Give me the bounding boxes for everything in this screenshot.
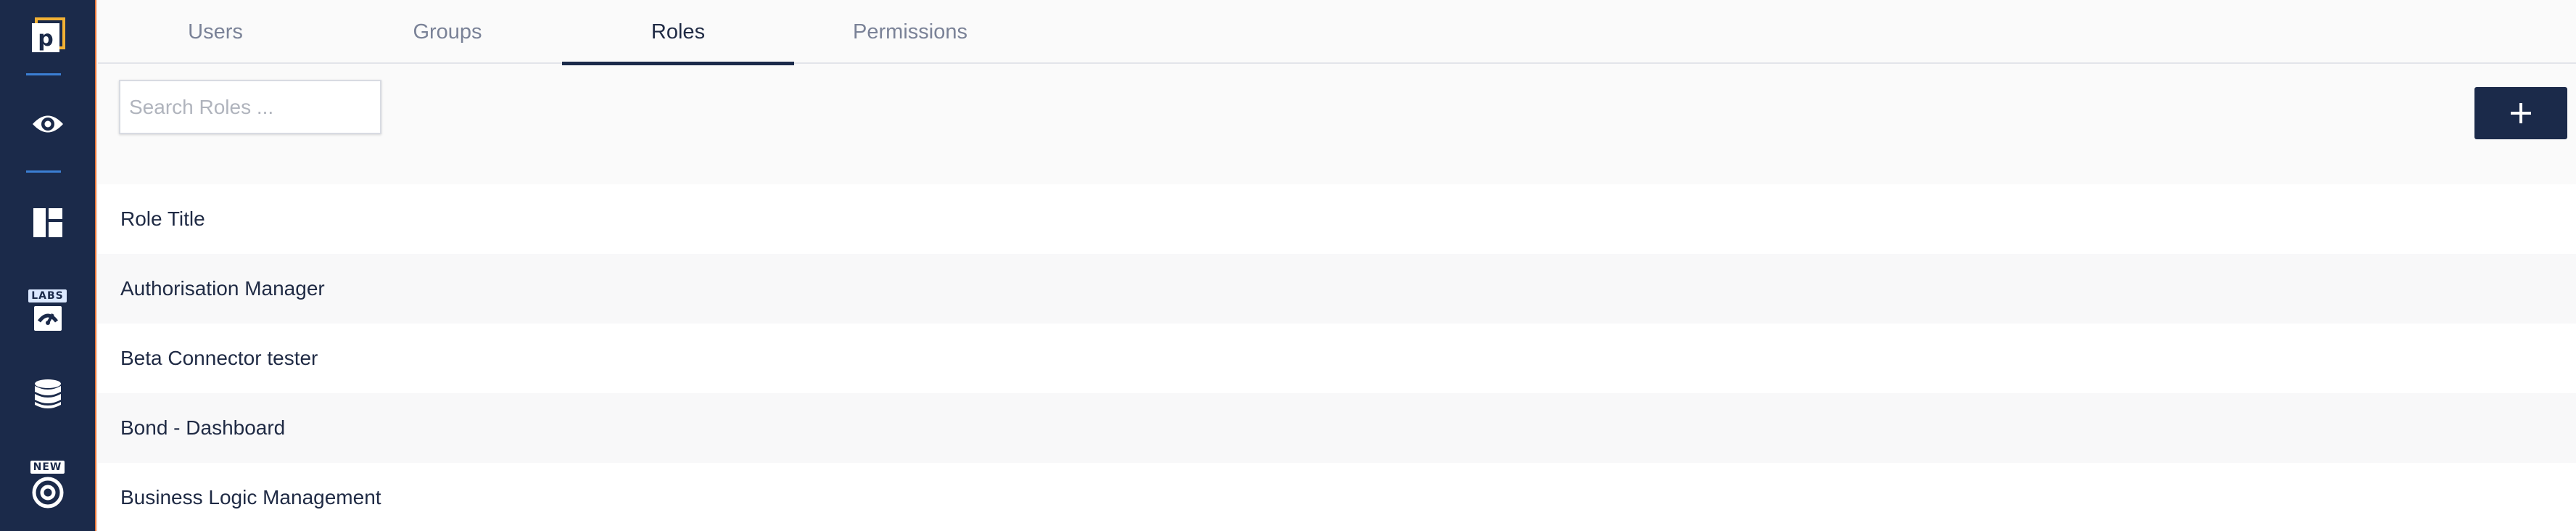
sidebar-item-data-sources[interactable] bbox=[0, 376, 95, 413]
logo-icon: p bbox=[31, 17, 65, 52]
tab-permissions[interactable]: Permissions bbox=[794, 0, 1026, 64]
add-role-button[interactable] bbox=[2474, 87, 2567, 139]
roles-table: Role Title Authorisation Manager Beta Co… bbox=[98, 184, 2576, 531]
database-icon bbox=[34, 379, 61, 408]
eye-icon bbox=[32, 115, 63, 133]
sidebar-item-monitor[interactable] bbox=[0, 106, 95, 142]
labs-gauge-icon bbox=[33, 306, 62, 331]
sidebar-item-new[interactable]: NEW bbox=[0, 454, 95, 515]
target-icon bbox=[32, 477, 63, 509]
dashboard-layout-icon bbox=[33, 208, 62, 237]
sidebar-separator bbox=[26, 170, 61, 173]
tab-users[interactable]: Users bbox=[99, 0, 331, 64]
sidebar-item-dashboards[interactable] bbox=[0, 205, 95, 241]
tab-bar: Users Groups Roles Permissions bbox=[98, 0, 2576, 65]
search-roles-input[interactable] bbox=[119, 80, 381, 134]
logo-letter: p bbox=[38, 26, 53, 52]
plus-icon bbox=[2511, 103, 2531, 123]
sidebar-separator bbox=[26, 73, 61, 75]
sidebar-item-labs[interactable]: LABS bbox=[0, 281, 95, 339]
table-row[interactable]: Beta Connector tester bbox=[98, 324, 2576, 393]
tab-roles[interactable]: Roles bbox=[562, 0, 794, 65]
sidebar: p LABS NEW bbox=[0, 0, 96, 531]
main-content: Users Groups Roles Permissions Role Titl… bbox=[98, 0, 2576, 531]
table-row[interactable]: Bond - Dashboard bbox=[98, 393, 2576, 463]
table-row[interactable]: Business Logic Management bbox=[98, 463, 2576, 531]
new-badge: NEW bbox=[30, 461, 65, 474]
app-logo[interactable]: p bbox=[0, 13, 95, 57]
labs-badge: LABS bbox=[28, 289, 67, 302]
table-row[interactable]: Authorisation Manager bbox=[98, 254, 2576, 324]
column-header-role-title: Role Title bbox=[98, 184, 2576, 254]
tab-groups[interactable]: Groups bbox=[331, 0, 564, 64]
